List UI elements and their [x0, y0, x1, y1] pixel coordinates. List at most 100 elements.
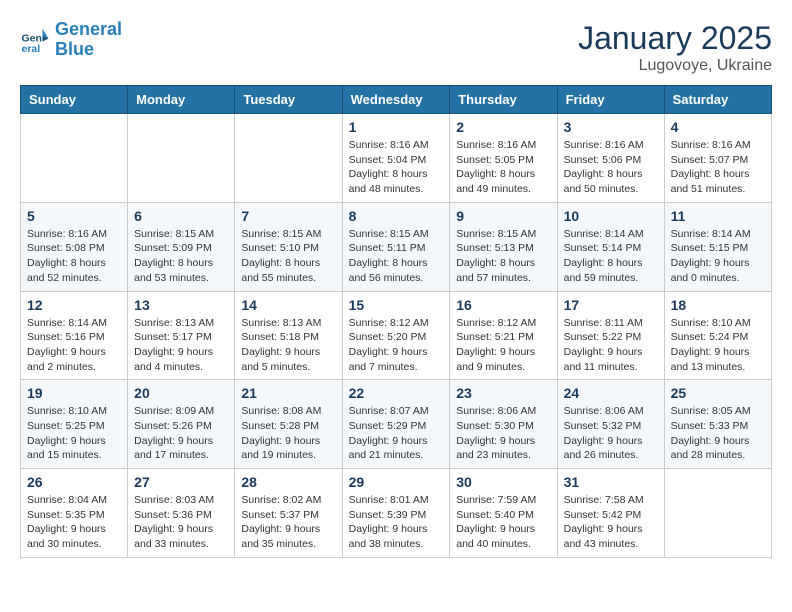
day-info: Sunrise: 8:16 AM Sunset: 5:08 PM Dayligh…	[27, 227, 121, 286]
calendar-cell: 15Sunrise: 8:12 AM Sunset: 5:20 PM Dayli…	[342, 291, 450, 380]
calendar-cell: 8Sunrise: 8:15 AM Sunset: 5:11 PM Daylig…	[342, 202, 450, 291]
calendar-cell: 14Sunrise: 8:13 AM Sunset: 5:18 PM Dayli…	[235, 291, 342, 380]
calendar-cell: 26Sunrise: 8:04 AM Sunset: 5:35 PM Dayli…	[21, 469, 128, 558]
day-number: 15	[349, 297, 444, 313]
day-number: 31	[564, 474, 658, 490]
calendar-cell: 24 Sunrise: 8:06 AM Sunset: 5:32 PM Dayli…	[557, 380, 664, 469]
title-block: January 2025 Lugovoye, Ukraine	[578, 20, 772, 75]
day-info: Sunrise: 8:10 AM Sunset: 5:25 PM Dayligh…	[27, 404, 121, 463]
day-info: Sunrise: 8:07 AM Sunset: 5:29 PM Dayligh…	[349, 404, 444, 463]
day-info: Sunrise: 8:10 AM Sunset: 5:24 PM Dayligh…	[671, 316, 765, 375]
day-number: 8	[349, 208, 444, 224]
calendar-cell: 17 Sunrise: 8:11 AM Sunset: 5:22 PM Dayli…	[557, 291, 664, 380]
calendar-cell: 10 Sunrise: 8:14 AM Sunset: 5:14 PM Dayli…	[557, 202, 664, 291]
day-number: 4	[671, 119, 765, 135]
svg-text:eral: eral	[22, 43, 41, 55]
day-number: 21	[241, 385, 335, 401]
day-number: 2	[456, 119, 550, 135]
day-info: Sunrise: 8:14 AM Sunset: 5:16 PM Dayligh…	[27, 316, 121, 375]
day-info: Sunrise: 8:14 AM Sunset: 5:14 PM Dayligh…	[564, 227, 658, 286]
day-number: 26	[27, 474, 121, 490]
day-number: 6	[134, 208, 228, 224]
day-info: Sunrise: 8:09 AM Sunset: 5:26 PM Dayligh…	[134, 404, 228, 463]
day-info: Sunrise: 8:16 AM Sunset: 5:07 PM Dayligh…	[671, 138, 765, 197]
day-number: 20	[134, 385, 228, 401]
calendar-cell: 9 Sunrise: 8:15 AM Sunset: 5:13 PM Daylig…	[450, 202, 557, 291]
day-number: 29	[349, 474, 444, 490]
day-number: 7	[241, 208, 335, 224]
day-info: Sunrise: 8:13 AM Sunset: 5:18 PM Dayligh…	[241, 316, 335, 375]
day-info: Sunrise: 8:08 AM Sunset: 5:28 PM Dayligh…	[241, 404, 335, 463]
day-info: Sunrise: 8:06 AM Sunset: 5:30 PM Dayligh…	[456, 404, 550, 463]
day-number: 22	[349, 385, 444, 401]
calendar-cell: 13 Sunrise: 8:13 AM Sunset: 5:17 PM Dayli…	[128, 291, 235, 380]
logo-line1: General	[55, 19, 122, 39]
day-info: Sunrise: 7:59 AM Sunset: 5:40 PM Dayligh…	[456, 493, 550, 552]
weekday-header: Saturday	[664, 86, 771, 114]
day-number: 24	[564, 385, 658, 401]
calendar-cell	[128, 114, 235, 203]
day-info: Sunrise: 8:11 AM Sunset: 5:22 PM Dayligh…	[564, 316, 658, 375]
day-info: Sunrise: 8:16 AM Sunset: 5:04 PM Dayligh…	[349, 138, 444, 197]
logo-line2: Blue	[55, 39, 94, 59]
day-number: 13	[134, 297, 228, 313]
day-number: 10	[564, 208, 658, 224]
calendar-cell: 28Sunrise: 8:02 AM Sunset: 5:37 PM Dayli…	[235, 469, 342, 558]
day-info: Sunrise: 8:15 AM Sunset: 5:09 PM Dayligh…	[134, 227, 228, 286]
calendar: SundayMondayTuesdayWednesdayThursdayFrid…	[20, 85, 772, 558]
day-number: 17	[564, 297, 658, 313]
day-number: 23	[456, 385, 550, 401]
calendar-cell: 18 Sunrise: 8:10 AM Sunset: 5:24 PM Dayli…	[664, 291, 771, 380]
calendar-cell	[235, 114, 342, 203]
calendar-cell: 4 Sunrise: 8:16 AM Sunset: 5:07 PM Daylig…	[664, 114, 771, 203]
calendar-cell: 5 Sunrise: 8:16 AM Sunset: 5:08 PM Daylig…	[21, 202, 128, 291]
calendar-cell: 21 Sunrise: 8:08 AM Sunset: 5:28 PM Dayli…	[235, 380, 342, 469]
day-number: 5	[27, 208, 121, 224]
weekday-header-row: SundayMondayTuesdayWednesdayThursdayFrid…	[21, 86, 772, 114]
calendar-cell: 11Sunrise: 8:14 AM Sunset: 5:15 PM Dayli…	[664, 202, 771, 291]
day-number: 1	[349, 119, 444, 135]
calendar-week-row: 5 Sunrise: 8:16 AM Sunset: 5:08 PM Daylig…	[21, 202, 772, 291]
day-info: Sunrise: 8:06 AM Sunset: 5:32 PM Dayligh…	[564, 404, 658, 463]
day-number: 18	[671, 297, 765, 313]
day-number: 9	[456, 208, 550, 224]
day-number: 30	[456, 474, 550, 490]
calendar-week-row: 19 Sunrise: 8:10 AM Sunset: 5:25 PM Dayli…	[21, 380, 772, 469]
day-number: 25	[671, 385, 765, 401]
weekday-header: Tuesday	[235, 86, 342, 114]
day-info: Sunrise: 8:13 AM Sunset: 5:17 PM Dayligh…	[134, 316, 228, 375]
day-info: Sunrise: 8:12 AM Sunset: 5:21 PM Dayligh…	[456, 316, 550, 375]
day-number: 12	[27, 297, 121, 313]
day-number: 28	[241, 474, 335, 490]
logo-icon: Gen eral	[20, 25, 50, 55]
calendar-cell: 30 Sunrise: 7:59 AM Sunset: 5:40 PM Dayli…	[450, 469, 557, 558]
day-info: Sunrise: 8:05 AM Sunset: 5:33 PM Dayligh…	[671, 404, 765, 463]
page-header: Gen eral General Blue January 2025 Lugov…	[20, 20, 772, 75]
day-number: 19	[27, 385, 121, 401]
day-info: Sunrise: 8:15 AM Sunset: 5:13 PM Dayligh…	[456, 227, 550, 286]
calendar-week-row: 12 Sunrise: 8:14 AM Sunset: 5:16 PM Dayli…	[21, 291, 772, 380]
day-info: Sunrise: 8:16 AM Sunset: 5:06 PM Dayligh…	[564, 138, 658, 197]
location: Lugovoye, Ukraine	[578, 57, 772, 75]
day-number: 27	[134, 474, 228, 490]
day-info: Sunrise: 7:58 AM Sunset: 5:42 PM Dayligh…	[564, 493, 658, 552]
calendar-cell: 1 Sunrise: 8:16 AM Sunset: 5:04 PM Daylig…	[342, 114, 450, 203]
day-info: Sunrise: 8:03 AM Sunset: 5:36 PM Dayligh…	[134, 493, 228, 552]
calendar-week-row: 26Sunrise: 8:04 AM Sunset: 5:35 PM Dayli…	[21, 469, 772, 558]
calendar-cell: 23 Sunrise: 8:06 AM Sunset: 5:30 PM Dayli…	[450, 380, 557, 469]
calendar-cell: 2 Sunrise: 8:16 AM Sunset: 5:05 PM Daylig…	[450, 114, 557, 203]
calendar-cell	[664, 469, 771, 558]
weekday-header: Thursday	[450, 86, 557, 114]
calendar-cell: 7 Sunrise: 8:15 AM Sunset: 5:10 PM Daylig…	[235, 202, 342, 291]
calendar-week-row: 1 Sunrise: 8:16 AM Sunset: 5:04 PM Daylig…	[21, 114, 772, 203]
day-number: 11	[671, 208, 765, 224]
calendar-cell: 31 Sunrise: 7:58 AM Sunset: 5:42 PM Dayli…	[557, 469, 664, 558]
calendar-cell: 3 Sunrise: 8:16 AM Sunset: 5:06 PM Daylig…	[557, 114, 664, 203]
day-number: 16	[456, 297, 550, 313]
day-number: 3	[564, 119, 658, 135]
day-info: Sunrise: 8:16 AM Sunset: 5:05 PM Dayligh…	[456, 138, 550, 197]
calendar-cell: 29Sunrise: 8:01 AM Sunset: 5:39 PM Dayli…	[342, 469, 450, 558]
day-info: Sunrise: 8:15 AM Sunset: 5:10 PM Dayligh…	[241, 227, 335, 286]
weekday-header: Wednesday	[342, 86, 450, 114]
calendar-cell: 27 Sunrise: 8:03 AM Sunset: 5:36 PM Dayli…	[128, 469, 235, 558]
